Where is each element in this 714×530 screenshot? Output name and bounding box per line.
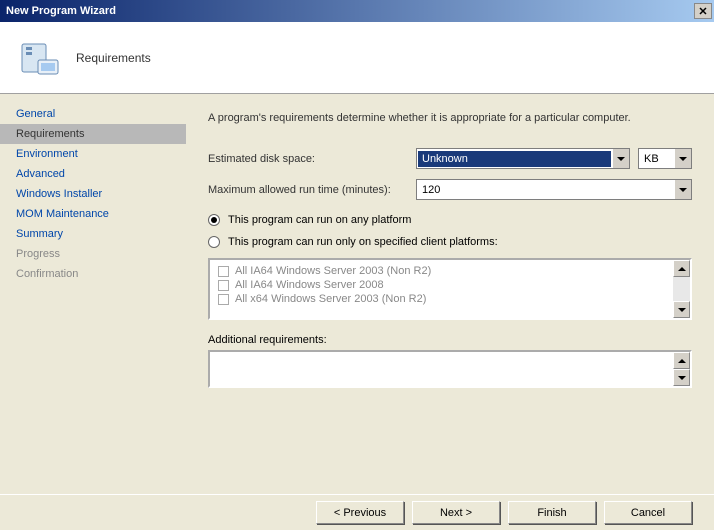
runtime-select[interactable]: 120 — [416, 179, 692, 200]
wizard-body: General Requirements Environment Advance… — [0, 94, 714, 494]
platforms-list: All IA64 Windows Server 2003 (Non R2) Al… — [210, 260, 673, 318]
radio-specified-platform[interactable] — [208, 236, 220, 248]
disk-space-value: Unknown — [418, 151, 611, 167]
scrollbar[interactable] — [673, 260, 690, 318]
finish-button[interactable]: Finish — [508, 501, 596, 524]
chevron-down-icon[interactable] — [674, 180, 691, 199]
titlebar: New Program Wizard ✕ — [0, 0, 714, 22]
nav-requirements[interactable]: Requirements — [0, 124, 186, 144]
additional-requirements-field[interactable] — [208, 350, 692, 388]
wizard-header: Requirements — [0, 22, 714, 94]
nav-summary[interactable]: Summary — [0, 224, 186, 244]
platforms-listbox[interactable]: All IA64 Windows Server 2003 (Non R2) Al… — [208, 258, 692, 320]
nav-sidebar: General Requirements Environment Advance… — [0, 94, 186, 494]
checkbox[interactable] — [218, 280, 229, 291]
nav-windows-installer[interactable]: Windows Installer — [0, 184, 186, 204]
platform-specified-row[interactable]: This program can run only on specified c… — [208, 236, 692, 248]
scrollbar[interactable] — [673, 352, 690, 386]
disk-space-row: Estimated disk space: Unknown KB — [208, 148, 692, 169]
chevron-down-icon[interactable] — [612, 149, 629, 168]
page-title: Requirements — [76, 51, 151, 65]
radio-any-label: This program can run on any platform — [228, 214, 411, 226]
chevron-down-icon[interactable] — [674, 149, 691, 168]
radio-any-platform[interactable] — [208, 214, 220, 226]
nav-environment[interactable]: Environment — [0, 144, 186, 164]
checkbox[interactable] — [218, 294, 229, 305]
nav-advanced[interactable]: Advanced — [0, 164, 186, 184]
platform-label: All IA64 Windows Server 2003 (Non R2) — [235, 265, 431, 277]
runtime-row: Maximum allowed run time (minutes): 120 — [208, 179, 692, 200]
list-item[interactable]: All IA64 Windows Server 2003 (Non R2) — [218, 264, 665, 278]
checkbox[interactable] — [218, 266, 229, 277]
description-text: A program's requirements determine wheth… — [208, 112, 692, 124]
close-icon: ✕ — [698, 5, 707, 18]
additional-label: Additional requirements: — [208, 334, 692, 346]
scroll-up-icon[interactable] — [673, 260, 690, 277]
window-title: New Program Wizard — [6, 5, 116, 17]
nav-general[interactable]: General — [0, 104, 186, 124]
platform-label: All x64 Windows Server 2003 (Non R2) — [235, 293, 426, 305]
list-item[interactable]: All IA64 Windows Server 2008 — [218, 278, 665, 292]
computer-icon — [16, 36, 60, 80]
cancel-button[interactable]: Cancel — [604, 501, 692, 524]
disk-space-label: Estimated disk space: — [208, 153, 408, 165]
disk-space-unit: KB — [640, 151, 673, 167]
disk-space-select[interactable]: Unknown — [416, 148, 630, 169]
close-button[interactable]: ✕ — [694, 3, 712, 19]
radio-specified-label: This program can run only on specified c… — [228, 236, 498, 248]
scroll-track[interactable] — [673, 277, 690, 301]
content-area: A program's requirements determine wheth… — [186, 94, 714, 494]
platform-any-row[interactable]: This program can run on any platform — [208, 214, 692, 226]
disk-space-unit-select[interactable]: KB — [638, 148, 692, 169]
next-button[interactable]: Next > — [412, 501, 500, 524]
list-item[interactable]: All x64 Windows Server 2003 (Non R2) — [218, 292, 665, 306]
nav-mom-maintenance[interactable]: MOM Maintenance — [0, 204, 186, 224]
nav-confirmation: Confirmation — [0, 264, 186, 284]
scroll-down-icon[interactable] — [673, 301, 690, 318]
runtime-label: Maximum allowed run time (minutes): — [208, 184, 408, 196]
previous-button[interactable]: < Previous — [316, 501, 404, 524]
nav-progress: Progress — [0, 244, 186, 264]
scroll-down-icon[interactable] — [673, 369, 690, 386]
runtime-value: 120 — [418, 182, 673, 198]
platform-label: All IA64 Windows Server 2008 — [235, 279, 384, 291]
scroll-up-icon[interactable] — [673, 352, 690, 369]
additional-input[interactable] — [210, 352, 673, 386]
button-bar: < Previous Next > Finish Cancel — [0, 494, 714, 530]
